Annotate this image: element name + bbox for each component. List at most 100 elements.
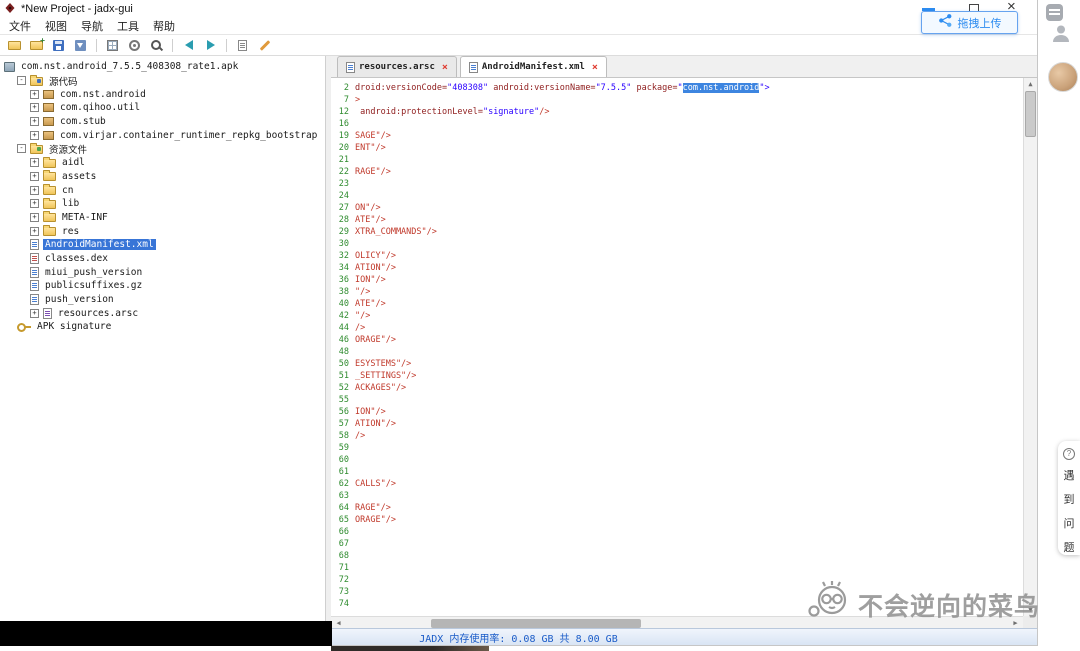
tree-row-miui-push-version: miui_push_version: [0, 265, 325, 279]
line-number: 72: [338, 575, 349, 585]
tree-item-1[interactable]: 源代码: [47, 74, 80, 88]
tree-expander-icon[interactable]: +: [30, 103, 39, 113]
export-button[interactable]: [71, 36, 90, 54]
tree-expander-icon[interactable]: +: [30, 308, 39, 318]
horizontal-scroll-thumb[interactable]: [431, 619, 641, 628]
tab-resources-arsc[interactable]: resources.arsc ×: [337, 56, 457, 77]
tree-expander-icon[interactable]: +: [30, 171, 39, 181]
menu-item-2[interactable]: 视图: [38, 17, 74, 35]
code-text: "/>: [355, 286, 370, 298]
deobfuscation-button[interactable]: [255, 36, 274, 54]
tab-close-icon[interactable]: ×: [442, 62, 448, 73]
code-line: 28 ATE"/>: [331, 214, 1037, 226]
code-line: 20 ENT"/>: [331, 142, 1037, 154]
line-number: 64: [338, 503, 349, 513]
menu-bar: 文件 视图 导航 工具 帮助: [0, 18, 1037, 35]
tree-item-com-nst-android-7-5-5-408308-rate1-apk[interactable]: com.nst.android_7.5.5_408308_rate1.apk: [19, 61, 240, 72]
tree-expander-icon[interactable]: +: [30, 130, 39, 140]
code-editor[interactable]: 2 droid:versionCode="408308" android:vers…: [331, 78, 1037, 629]
tree-expander-icon[interactable]: -: [17, 76, 26, 86]
menu-item-5[interactable]: 帮助: [146, 17, 182, 35]
tree-item-com-virjar-container-runtimer-repkg-bootstrap[interactable]: com.virjar.container_runtimer_repkg_boot…: [58, 130, 319, 141]
line-number: 59: [338, 443, 349, 453]
tree-expander-icon[interactable]: +: [30, 185, 39, 195]
code-line: 62 CALLS"/>: [331, 478, 1037, 490]
open-file-button[interactable]: [5, 36, 24, 54]
code-line: 68: [331, 550, 1037, 562]
code-text: droid:versionCode="408308" android:versi…: [355, 82, 770, 94]
log-viewer-button[interactable]: [233, 36, 252, 54]
tree-item-push-version[interactable]: push_version: [43, 294, 116, 305]
tree-item-lib[interactable]: lib: [60, 198, 81, 209]
line-number: 22: [338, 167, 349, 177]
tree-item-androidmanifest-xml[interactable]: AndroidManifest.xml: [43, 239, 156, 251]
tree-item-meta-inf[interactable]: META-INF: [60, 212, 110, 223]
menu-item-3[interactable]: 导航: [74, 17, 110, 35]
vertical-scrollbar[interactable]: ▲ ▼: [1023, 78, 1037, 616]
user-profile-icon[interactable]: [1051, 23, 1071, 43]
code-token: "7.5.5": [595, 83, 632, 93]
tree-expander-icon[interactable]: +: [30, 199, 39, 209]
help-widget[interactable]: ? 遇到问题: [1058, 441, 1080, 555]
tree-row-cn: + cn: [0, 183, 325, 197]
preferences-button[interactable]: [125, 36, 144, 54]
tree-item-res[interactable]: res: [60, 226, 81, 237]
code-line: 40 ATE"/>: [331, 298, 1037, 310]
code-token: />: [355, 323, 366, 333]
add-files-button[interactable]: [27, 36, 46, 54]
code-line: 67: [331, 538, 1037, 550]
tree-expander-icon[interactable]: +: [30, 158, 39, 168]
vertical-scroll-thumb[interactable]: [1025, 91, 1036, 137]
avatar[interactable]: [1048, 62, 1078, 92]
tree-item-assets[interactable]: assets: [60, 171, 98, 182]
code-text: ON"/>: [355, 202, 381, 214]
line-number: 62: [338, 479, 349, 489]
tree-item-6[interactable]: 资源文件: [47, 142, 89, 156]
export-icon: [75, 39, 86, 51]
tab-androidmanifest-xml[interactable]: AndroidManifest.xml ×: [459, 56, 607, 77]
text-search-button[interactable]: [147, 36, 166, 54]
code-line: 2 droid:versionCode="408308" android:vers…: [331, 82, 1037, 94]
tab-close-icon[interactable]: ×: [592, 62, 598, 73]
tree-item-classes-dex[interactable]: classes.dex: [43, 253, 110, 264]
apk-icon: [4, 61, 15, 72]
code-text: />: [355, 430, 365, 442]
code-token: ION"/>: [355, 407, 386, 417]
tree-item-resources-arsc[interactable]: resources.arsc: [56, 308, 140, 319]
menu-item-1[interactable]: 文件: [2, 17, 38, 35]
tree-item-com-nst-android[interactable]: com.nst.android: [58, 89, 148, 100]
save-all-button[interactable]: [49, 36, 68, 54]
tree-expander-icon[interactable]: +: [30, 226, 39, 236]
tree-item-publicsuffixes-gz[interactable]: publicsuffixes.gz: [43, 280, 144, 291]
folder-icon: [43, 211, 56, 223]
nav-back-icon: [184, 40, 193, 50]
tree-item-com-stub[interactable]: com.stub: [58, 116, 108, 127]
drag-upload-button[interactable]: 拖拽上传: [921, 11, 1018, 34]
code-token: droid:versionCode=: [355, 83, 448, 93]
scroll-up-icon[interactable]: ▲: [1024, 78, 1037, 90]
tree-expander-icon[interactable]: -: [17, 144, 26, 154]
nav-forward-button[interactable]: [201, 36, 220, 54]
nav-back-button[interactable]: [179, 36, 198, 54]
tree-expander-icon[interactable]: +: [30, 89, 39, 99]
tree-expander-icon[interactable]: +: [30, 117, 39, 127]
line-number: 7: [343, 95, 349, 105]
tree-item-com-qihoo-util[interactable]: com.qihoo.util: [58, 102, 142, 113]
tree-item-miui-push-version[interactable]: miui_push_version: [43, 267, 144, 278]
tree-item-cn[interactable]: cn: [60, 185, 75, 196]
menu-item-4[interactable]: 工具: [110, 17, 146, 35]
class-search-button[interactable]: [103, 36, 122, 54]
tree-row-com-virjar-container-runtimer-repkg-bootstrap: + com.virjar.container_runtimer_repkg_boo…: [0, 128, 325, 142]
code-line: 61: [331, 466, 1037, 478]
selected-text: com.nst.android: [682, 83, 760, 93]
code-line: 60: [331, 454, 1037, 466]
background-image-strip: [331, 646, 489, 651]
notes-app-icon[interactable]: [1046, 4, 1063, 21]
tree-item-apk-signature[interactable]: APK signature: [35, 321, 113, 332]
tree-expander-icon[interactable]: +: [30, 212, 39, 222]
line-number: 52: [338, 383, 349, 393]
code-token: ESYSTEMS"/>: [355, 359, 412, 369]
code-text: SAGE"/>: [355, 130, 391, 142]
code-token: android:versionName=: [493, 83, 596, 93]
tree-item-aidl[interactable]: aidl: [60, 157, 87, 168]
